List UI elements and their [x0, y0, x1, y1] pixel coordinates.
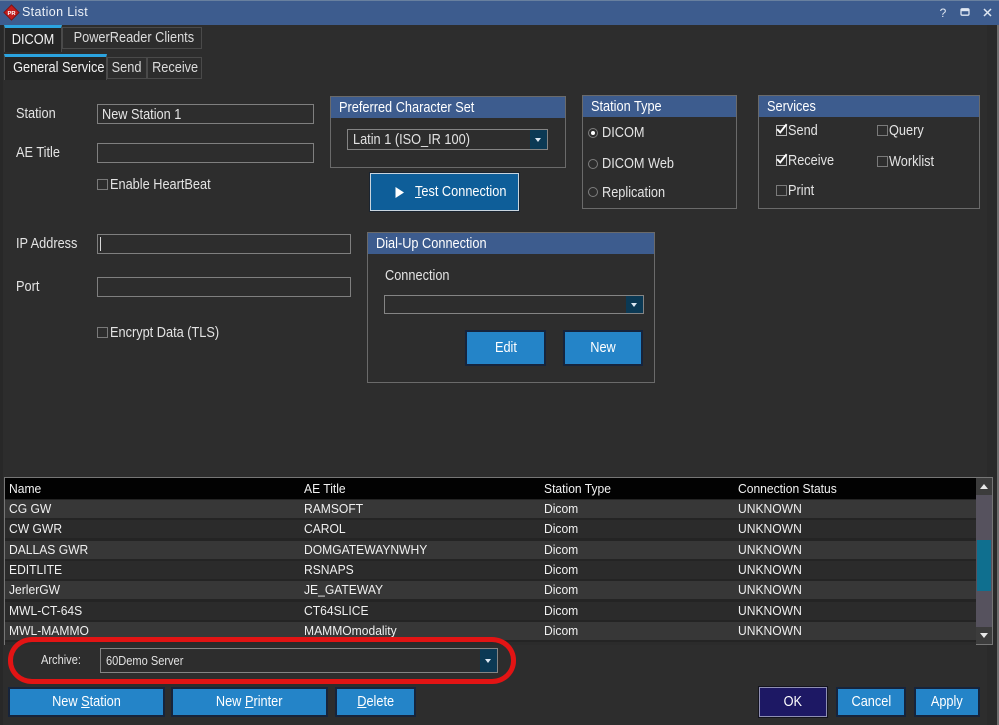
svg-text:PR: PR: [7, 11, 16, 17]
